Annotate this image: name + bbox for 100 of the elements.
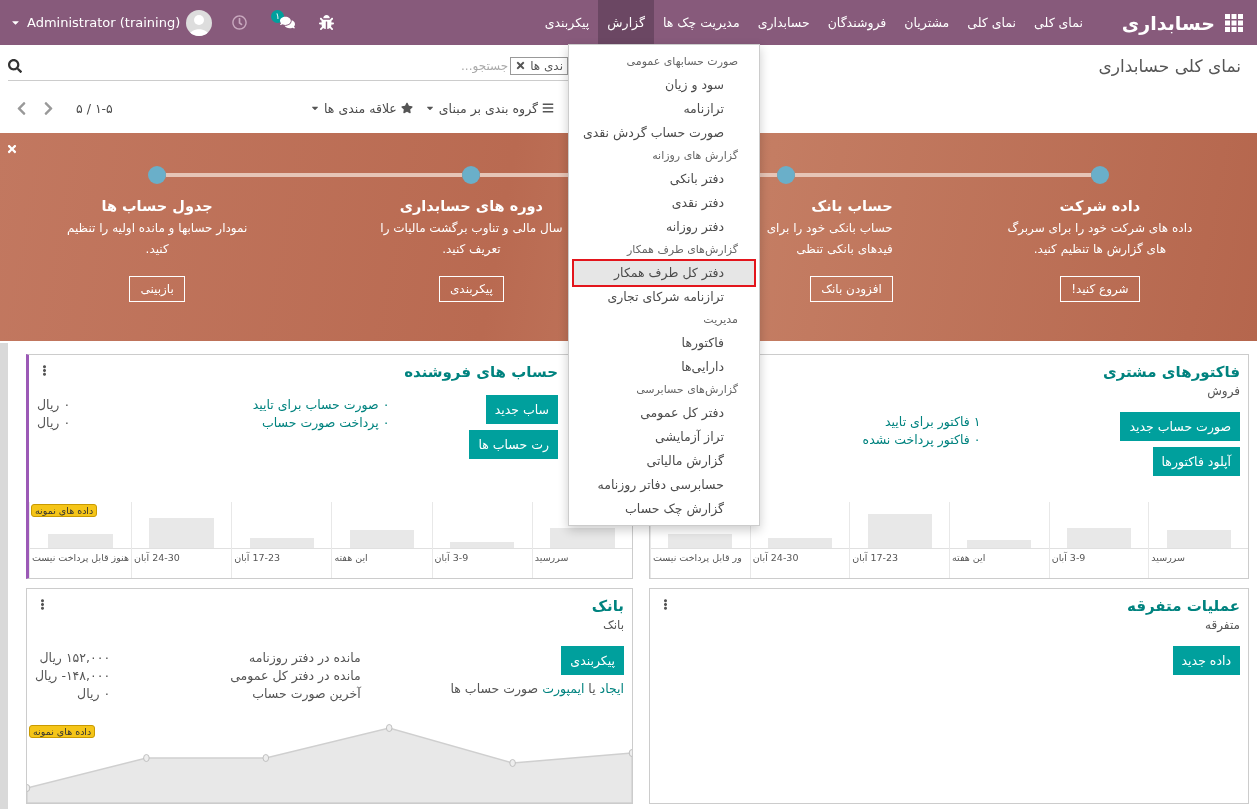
nav-menu-item[interactable]: حسابداری [748, 0, 819, 45]
action-button[interactable]: ساب جدید [485, 395, 558, 424]
action-button[interactable]: پیکربندی [561, 646, 624, 675]
menu-item[interactable]: گزارش چک حساب [574, 497, 754, 521]
nav-menu-item[interactable]: مشتریان [895, 0, 959, 45]
chart-point [385, 724, 393, 732]
apps-grid-icon[interactable] [1225, 13, 1243, 32]
card-subtitle: فروش [1206, 384, 1240, 398]
card-title[interactable]: بانک [591, 597, 624, 615]
bug-icon[interactable] [319, 15, 335, 30]
nav-menu-item[interactable]: نمای کلی [958, 0, 1026, 45]
menu-item[interactable]: سود و زیان [574, 73, 754, 97]
card-title[interactable]: حساب های فروشنده [404, 363, 558, 381]
sample-data-badge: داده های نمونه [31, 504, 98, 517]
pager-text: ۱-۵ / ۵ [76, 100, 113, 116]
card-subtitle: بانک [601, 618, 624, 632]
step-dot [462, 166, 481, 184]
menu-item[interactable]: دفتر نقدی [574, 191, 754, 215]
card-title[interactable]: فاکتورهای مشتری [1102, 363, 1240, 381]
menu-item[interactable]: دارایی‌ها [574, 355, 754, 379]
summary-link[interactable]: ۰ صورت حساب برای تایید [252, 397, 390, 412]
menu-item[interactable]: دفتر روزانه [574, 215, 754, 239]
list-icon [542, 102, 554, 114]
menu-section-header: گزارش‌های حسابرسی [635, 382, 739, 398]
axis-label: 3-9 آبان [1050, 551, 1087, 563]
axis-label: ور قابل پرداخت نیست [651, 551, 743, 563]
action-button[interactable]: رت حساب ها [469, 430, 558, 459]
step-button[interactable]: شروع کنید! [1060, 276, 1140, 302]
search-facet: ندی ها [510, 56, 568, 75]
amount-text: ۰ ریال [37, 415, 71, 430]
stat-label: مانده در دفتر روزنامه [248, 650, 361, 665]
menu-item[interactable]: فاکتورها [574, 331, 754, 355]
axis-label: 17-23 آبان [851, 551, 900, 563]
step-description: نمودار حسابها و مانده اولیه را تنظیم کنید. [66, 220, 248, 258]
menu-item[interactable]: گزارش مالیاتی [574, 449, 754, 473]
axis-label: 24-30 آبان [751, 551, 800, 563]
action-button[interactable]: صورت حساب جدید [1120, 412, 1240, 441]
menu-item[interactable]: صورت حساب گردش نقدی [574, 121, 754, 145]
axis-label: هنوز قابل پرداخت نیست [31, 551, 130, 563]
action-button[interactable]: آپلود فاکتورها [1152, 447, 1240, 476]
chat-icon[interactable] [280, 15, 296, 30]
menu-item[interactable]: دفتر کل طرف همکار [574, 261, 754, 285]
breadcrumb: نمای کلی حسابداری [1098, 56, 1241, 76]
menu-item[interactable]: ترازنامه شرکای تجاری [574, 285, 754, 309]
menu-item[interactable]: تراز آزمایشی [574, 425, 754, 449]
step-title: داده شرکت [1059, 198, 1141, 214]
menu-item[interactable]: حسابرسی دفاتر روزنامه [574, 473, 754, 497]
step-button[interactable]: افزودن بانک [810, 276, 893, 302]
summary-link[interactable]: ۰ فاکتور پرداخت نشده [862, 432, 981, 447]
nav-menu-item[interactable]: نمای کلی [1025, 0, 1092, 45]
axis-label: 3-9 آبان [433, 551, 470, 563]
create-link[interactable]: ایجاد [599, 681, 624, 696]
axis-label: 17-23 آبان [233, 551, 281, 563]
amount-text: ۰ ریال [37, 397, 71, 412]
summary-link[interactable]: ۰ پرداخت صورت حساب [252, 415, 390, 430]
nav-menu-item[interactable]: مدیریت چک ها [653, 0, 749, 45]
nav-menu-item[interactable]: پیکربندی [535, 0, 599, 45]
menu-item[interactable]: دفتر بانکی [574, 167, 754, 191]
chart-point [27, 784, 31, 792]
step-title: جدول حساب ها [101, 198, 213, 214]
menu-section-header: گزارش های روزانه [651, 148, 739, 164]
chart-point [262, 754, 270, 762]
chart-point [509, 759, 516, 767]
menu-section-header: مدیریت [702, 312, 739, 328]
clock-icon[interactable] [232, 15, 248, 30]
search-field[interactable]: ندی ها جستجو... [8, 51, 568, 81]
axis-label: این هفته [951, 551, 987, 563]
step-title: دوره های حسابداری [399, 198, 544, 214]
stat-label: مانده در دفتر کل عمومی [230, 668, 361, 683]
card-subtitle: متفرقه [1204, 618, 1240, 632]
user-name[interactable]: Administrator (training) [27, 15, 181, 30]
card-title[interactable]: عملیات متفرقه [1127, 597, 1240, 615]
axis-label: سررسید [1150, 551, 1186, 563]
search-input[interactable]: جستجو... [22, 57, 511, 74]
step-description: حساب بانکی خود را برای فیدهای بانکی تنظی [766, 220, 893, 258]
sample-data-badge: داده های نمونه [29, 725, 96, 738]
summary-link[interactable]: ۱ فاکتور برای تایید [862, 414, 981, 429]
stat-value: ۰ ریال [76, 686, 111, 701]
action-button[interactable]: داده جدید [1172, 646, 1240, 675]
search-icon[interactable] [8, 58, 22, 73]
step-button[interactable]: پیکربندی [438, 276, 504, 302]
step-button[interactable]: بازبینی [129, 276, 185, 302]
menu-item[interactable]: ترازنامه [574, 97, 754, 121]
import-link[interactable]: ایمپورت [542, 681, 585, 696]
favorites-dropdown[interactable]: علاقه مندی ها [304, 100, 419, 116]
menu-item[interactable]: دفتر کل عمومی [574, 401, 754, 425]
axis-label: سررسید [533, 551, 570, 563]
step-dot [776, 166, 795, 184]
import-sentence: ایجاد یا ایمپورت صورت حساب ها [450, 681, 624, 696]
close-icon[interactable] [515, 60, 527, 71]
menu-section-header: گزارش‌های طرف همکار [625, 242, 739, 258]
avatar-icon [186, 9, 213, 36]
group-by-dropdown[interactable]: گروه بندی بر مبنای [418, 100, 560, 116]
axis-label: 24-30 آبان [133, 551, 181, 563]
stat-value: ۱۵۲,۰۰۰ ریال [38, 650, 111, 665]
chart-point [628, 749, 632, 757]
nav-menu-item[interactable]: گزارش [598, 0, 654, 45]
nav-menu-item[interactable]: فروشندگان [818, 0, 896, 45]
step-dot [148, 166, 167, 184]
chart-point [143, 754, 150, 762]
